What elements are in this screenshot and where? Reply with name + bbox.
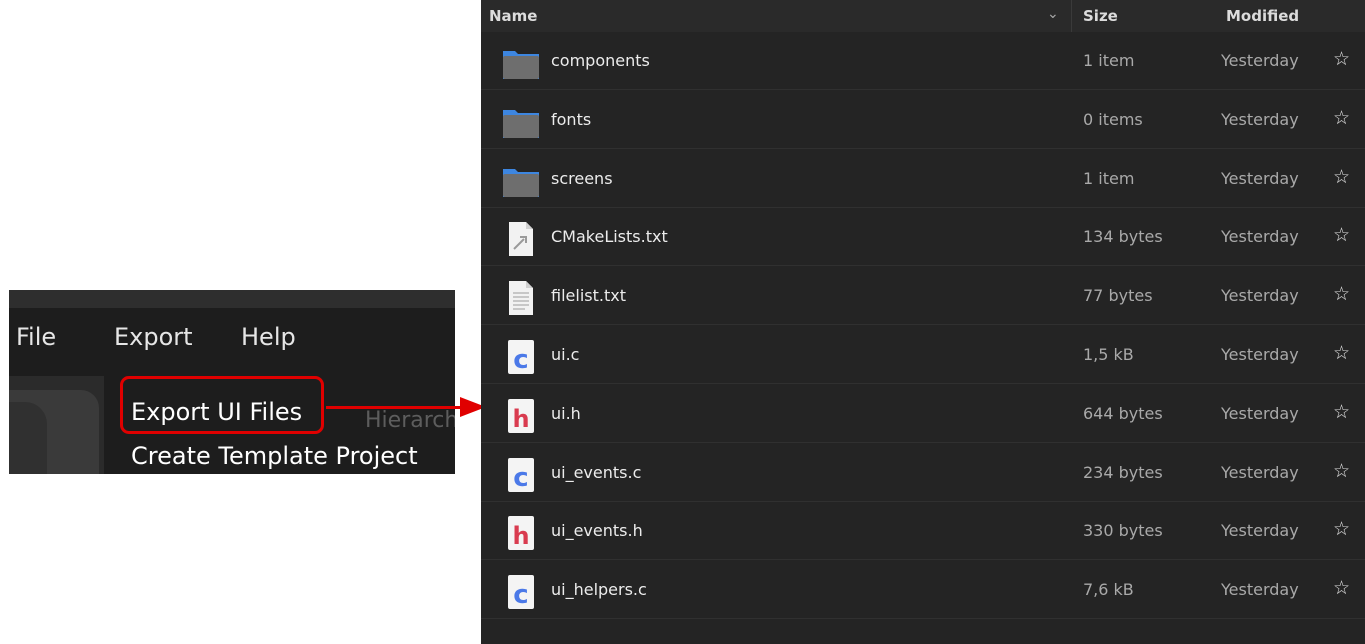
c-header-icon: h: [501, 513, 541, 553]
star-icon[interactable]: ☆: [1333, 107, 1350, 129]
folder-icon: [501, 102, 541, 142]
file-size: 1 item: [1083, 51, 1135, 70]
table-row[interactable]: h ui_events.h 330 bytes Yesterday ☆: [481, 502, 1365, 561]
menu-item-create-template-project[interactable]: Create Template Project: [131, 442, 418, 470]
hierarchy-label: Hierarchy: [365, 408, 455, 433]
file-name: ui_events.c: [551, 462, 642, 482]
file-modified: Yesterday: [1221, 227, 1299, 247]
star-icon[interactable]: ☆: [1333, 401, 1350, 423]
file-size: 330 bytes: [1083, 521, 1163, 541]
star-icon[interactable]: ☆: [1333, 460, 1350, 482]
file-name: ui_events.h: [551, 521, 643, 541]
svg-text:h: h: [512, 522, 529, 550]
table-row[interactable]: screens 1 item Yesterday ☆: [481, 150, 1365, 208]
table-row[interactable]: components 1 item Yesterday ☆: [481, 32, 1365, 90]
file-size: 234 bytes: [1083, 462, 1163, 482]
file-modified: Yesterday: [1221, 51, 1299, 70]
file-size: 644 bytes: [1083, 403, 1163, 423]
table-row[interactable]: CMakeLists.txt 134 bytes Yesterday ☆: [481, 208, 1365, 267]
svg-text:c: c: [513, 463, 528, 493]
table-row[interactable]: c ui_helpers.c 7,6 kB Yesterday ☆: [481, 561, 1365, 620]
file-name: ui.c: [551, 345, 580, 364]
file-name: components: [551, 51, 650, 70]
background-panel-inner: [9, 402, 47, 474]
file-modified: Yesterday: [1221, 286, 1299, 306]
menu-file[interactable]: File: [16, 323, 56, 351]
star-icon[interactable]: ☆: [1333, 166, 1350, 188]
svg-text:c: c: [513, 580, 528, 610]
svg-text:c: c: [513, 345, 528, 375]
table-row[interactable]: filelist.txt 77 bytes Yesterday ☆: [481, 267, 1365, 326]
star-icon[interactable]: ☆: [1333, 283, 1350, 305]
table-row[interactable]: h ui.h 644 bytes Yesterday ☆: [481, 385, 1365, 443]
file-modified: Yesterday: [1221, 168, 1299, 188]
list-header: Name ⌄ Size Modified: [481, 0, 1365, 32]
file-size: 0 items: [1083, 109, 1143, 129]
file-name: filelist.txt: [551, 286, 626, 306]
file-modified: Yesterday: [1221, 462, 1299, 482]
file-modified: Yesterday: [1221, 109, 1299, 129]
chevron-down-icon[interactable]: ⌄: [1047, 6, 1059, 22]
menu-help[interactable]: Help: [241, 323, 296, 351]
star-icon[interactable]: ☆: [1333, 342, 1350, 364]
table-row[interactable]: c ui.c 1,5 kB Yesterday ☆: [481, 326, 1365, 384]
file-name: screens: [551, 168, 613, 188]
column-header-name[interactable]: Name: [489, 7, 537, 25]
file-size: 7,6 kB: [1083, 580, 1134, 600]
table-row[interactable]: fonts 0 items Yesterday ☆: [481, 91, 1365, 149]
file-modified: Yesterday: [1221, 403, 1299, 423]
file-modified: Yesterday: [1221, 345, 1299, 364]
c-header-icon: h: [501, 396, 541, 436]
star-icon[interactable]: ☆: [1333, 224, 1350, 246]
table-row[interactable]: c ui_events.c 234 bytes Yesterday ☆: [481, 444, 1365, 502]
file-name: ui.h: [551, 403, 581, 423]
file-name: fonts: [551, 109, 592, 129]
column-header-modified[interactable]: Modified: [1226, 7, 1299, 25]
title-strip: [9, 290, 455, 308]
c-source-icon: c: [501, 455, 541, 495]
folder-icon: [501, 43, 541, 83]
file-size: 77 bytes: [1083, 286, 1153, 306]
text-file-icon: [501, 278, 541, 318]
file-modified: Yesterday: [1221, 580, 1299, 600]
column-header-size[interactable]: Size: [1083, 7, 1118, 25]
file-manager-list: Name ⌄ Size Modified components 1 item Y…: [481, 0, 1365, 644]
menu-export[interactable]: Export: [114, 323, 193, 351]
row-divider: [481, 618, 1365, 620]
cmake-file-icon: [501, 219, 541, 259]
c-source-icon: c: [501, 572, 541, 612]
file-size: 1 item: [1083, 168, 1135, 188]
star-icon[interactable]: ☆: [1333, 518, 1350, 540]
star-icon[interactable]: ☆: [1333, 48, 1350, 70]
menubar: [9, 308, 455, 376]
star-icon[interactable]: ☆: [1333, 577, 1350, 599]
folder-icon: [501, 161, 541, 201]
file-size: 1,5 kB: [1083, 345, 1134, 364]
file-modified: Yesterday: [1221, 521, 1299, 541]
highlight-box: [120, 376, 324, 434]
c-source-icon: c: [501, 337, 541, 377]
file-name: ui_helpers.c: [551, 580, 647, 600]
header-separator: [1071, 0, 1072, 32]
file-size: 134 bytes: [1083, 227, 1163, 247]
file-name: CMakeLists.txt: [551, 227, 668, 247]
arrow-line: [326, 406, 462, 409]
svg-text:h: h: [512, 405, 529, 433]
